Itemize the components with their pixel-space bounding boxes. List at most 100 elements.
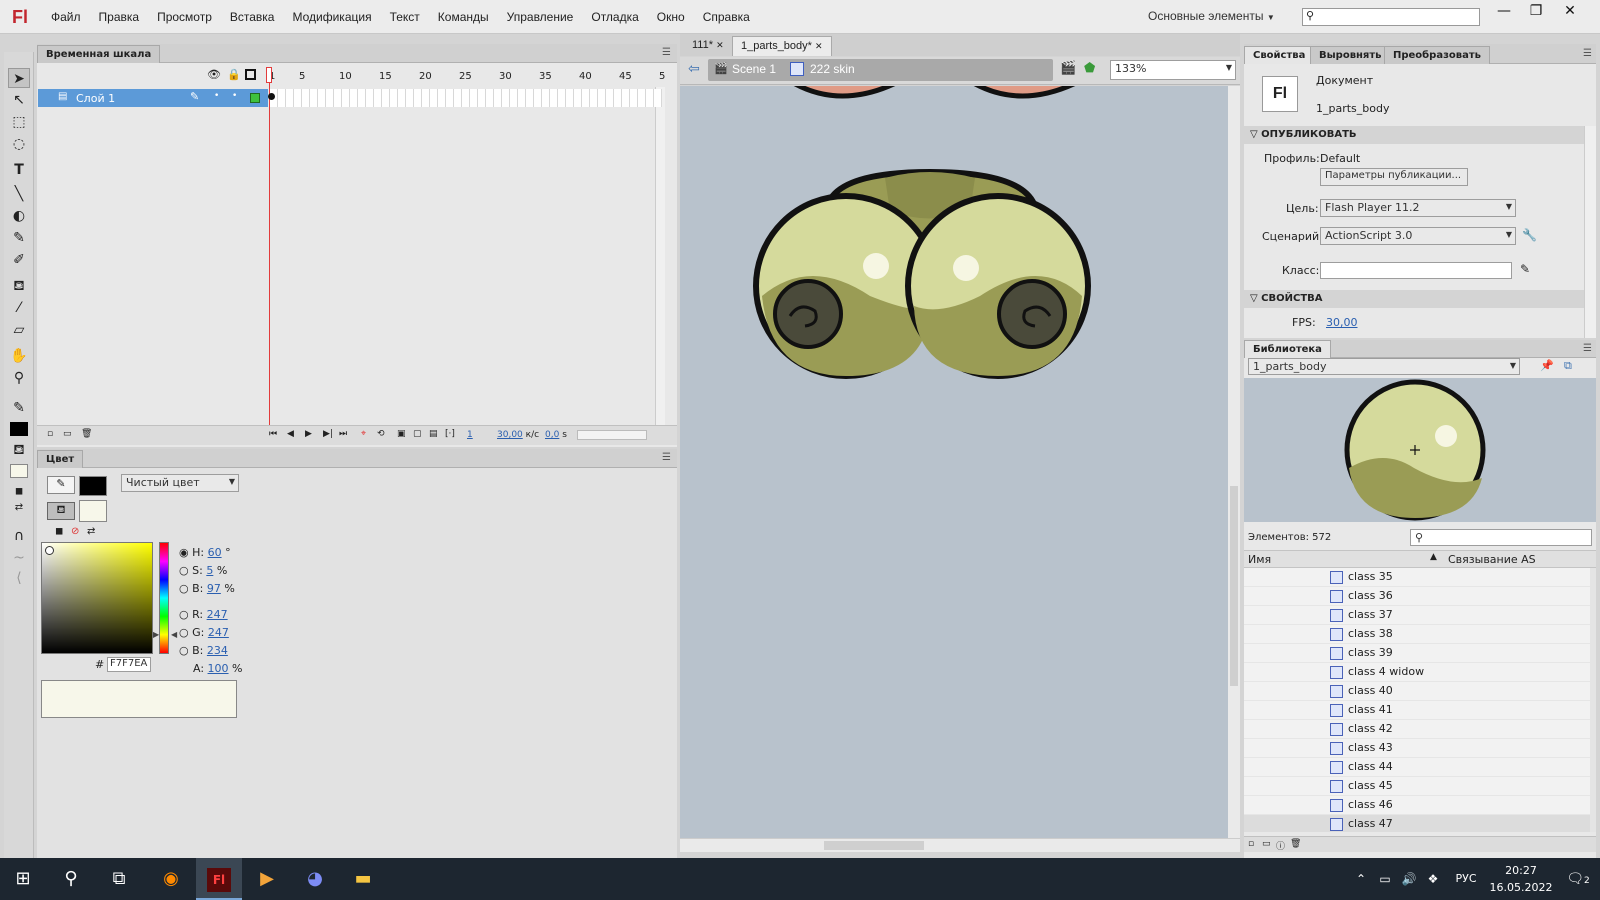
menu-view[interactable]: Просмотр xyxy=(148,10,221,24)
loop-icon[interactable]: ⟲ xyxy=(377,429,385,439)
timeline-scrollbar[interactable] xyxy=(655,87,665,427)
firefox-icon[interactable]: ◉ xyxy=(148,858,194,900)
menu-window[interactable]: Окно xyxy=(648,10,694,24)
hex-input[interactable]: F7F7EA xyxy=(107,657,151,672)
color-picker-field[interactable] xyxy=(41,542,153,654)
new-library-icon[interactable]: ⧉ xyxy=(1564,359,1572,373)
frame-grid[interactable] xyxy=(268,89,662,107)
next-frame-icon[interactable]: ▶| xyxy=(323,429,333,439)
value-s[interactable]: 5 xyxy=(206,564,213,577)
layer-name[interactable]: Слой 1 xyxy=(76,92,115,105)
lasso-tool-icon[interactable]: ◌ xyxy=(8,134,30,154)
list-item[interactable]: class 40 xyxy=(1244,682,1590,701)
edit-multiple-icon[interactable]: ▤ xyxy=(429,429,438,439)
black-white-icon[interactable]: ◼ xyxy=(55,526,63,537)
color-tab[interactable]: Цвет xyxy=(37,450,84,468)
radio-s[interactable]: ○ xyxy=(179,564,189,577)
radio-b[interactable]: ○ xyxy=(179,582,189,595)
workspace-switcher[interactable]: Основные элементы ▼ xyxy=(1148,9,1275,23)
panel-menu-icon[interactable]: ☰ xyxy=(1583,48,1592,59)
swap-colors-icon[interactable]: ⇄ xyxy=(87,526,95,537)
library-search-input[interactable]: ⚲ xyxy=(1410,529,1592,546)
library-scrollbar[interactable] xyxy=(1590,568,1596,832)
value-blue[interactable]: 234 xyxy=(207,644,228,657)
pin-library-icon[interactable]: 📌 xyxy=(1540,359,1554,372)
menu-commands[interactable]: Команды xyxy=(429,10,498,24)
hue-slider[interactable] xyxy=(159,542,169,654)
scroll-thumb[interactable] xyxy=(1230,486,1238,686)
new-layer-icon[interactable]: ▫ xyxy=(47,429,53,439)
fps-value[interactable]: 30,00 xyxy=(1326,316,1358,329)
subselection-tool-icon[interactable]: ↖ xyxy=(8,90,30,110)
list-item[interactable]: class 44 xyxy=(1244,758,1590,777)
list-item[interactable]: class 45 xyxy=(1244,777,1590,796)
stage-horizontal-scrollbar[interactable] xyxy=(680,838,1240,852)
timeline-hscrollbar[interactable] xyxy=(577,430,647,440)
close-icon[interactable]: ✕ xyxy=(815,41,823,51)
radio-g[interactable]: ○ xyxy=(179,626,189,639)
back-arrow-icon[interactable]: ⇦ xyxy=(688,61,700,77)
new-folder-icon[interactable]: ▭ xyxy=(1262,839,1271,849)
paint-bucket-tool-icon[interactable]: ⛾ xyxy=(8,276,30,296)
publish-section[interactable]: ▽ ОПУБЛИКОВАТЬ xyxy=(1244,126,1584,144)
stroke-pencil-icon[interactable]: ✎ xyxy=(47,476,75,494)
panel-menu-icon[interactable]: ☰ xyxy=(662,47,671,58)
swap-colors-icon[interactable]: ⇄ xyxy=(8,498,30,518)
stage-artwork[interactable] xyxy=(680,86,1228,838)
fill-swatch[interactable] xyxy=(79,500,107,522)
scroll-thumb[interactable] xyxy=(824,841,924,850)
timeline-tab[interactable]: Временная шкала xyxy=(37,45,161,63)
list-item[interactable]: class 38 xyxy=(1244,625,1590,644)
new-symbol-icon[interactable]: ▫ xyxy=(1248,839,1254,849)
clock[interactable]: 20:27 16.05.2022 xyxy=(1486,862,1556,896)
close-icon[interactable]: ✕ xyxy=(716,40,724,50)
trash-icon[interactable]: 🗑 xyxy=(81,429,92,439)
onion-outline-icon[interactable]: ▢ xyxy=(413,429,422,439)
value-h[interactable]: 60 xyxy=(208,546,222,559)
volume-icon[interactable]: 🔊 xyxy=(1398,858,1420,900)
list-item[interactable]: class 36 xyxy=(1244,587,1590,606)
file-explorer-icon[interactable]: ▬ xyxy=(340,858,386,900)
column-linkage[interactable]: Связывание AS xyxy=(1448,553,1536,566)
no-color-icon[interactable]: ⊘ xyxy=(71,526,79,537)
menu-text[interactable]: Текст xyxy=(381,10,429,24)
onion-skin-icon[interactable]: ▣ xyxy=(397,429,406,439)
fill-type-select[interactable]: Чистый цвет xyxy=(121,474,239,492)
visibility-dot[interactable]: • xyxy=(214,91,219,101)
zoom-select[interactable]: 133% xyxy=(1110,60,1236,80)
value-b[interactable]: 97 xyxy=(207,582,221,595)
menu-insert[interactable]: Вставка xyxy=(221,10,284,24)
stage[interactable] xyxy=(680,86,1228,838)
doc-tab-parts-body[interactable]: 1_parts_body* ✕ xyxy=(732,36,832,56)
language-indicator[interactable]: РУС xyxy=(1448,858,1484,900)
radio-blue[interactable]: ○ xyxy=(179,644,189,657)
playhead[interactable] xyxy=(266,67,272,83)
current-frame[interactable]: 1 xyxy=(467,430,473,440)
last-frame-icon[interactable]: ⏭ xyxy=(339,429,347,439)
frame-rate[interactable]: 30,00 xyxy=(497,430,523,440)
snap-magnet-icon[interactable]: ∩ xyxy=(8,526,30,546)
menu-file[interactable]: Файл xyxy=(42,10,90,24)
list-item[interactable]: class 37 xyxy=(1244,606,1590,625)
network-icon[interactable]: ▭ xyxy=(1374,858,1396,900)
layer-row[interactable]: ▤ Слой 1 ✎ • • xyxy=(38,89,268,107)
transform-tool-icon[interactable]: ⬚ xyxy=(8,112,30,132)
color-picker-handle[interactable] xyxy=(45,546,54,555)
doc-tab-111[interactable]: 111* ✕ xyxy=(684,36,732,56)
tab-properties[interactable]: Свойства xyxy=(1244,46,1315,64)
menu-debug[interactable]: Отладка xyxy=(582,10,647,24)
fill-bucket-icon[interactable]: ⛾ xyxy=(47,502,75,520)
panel-menu-icon[interactable]: ☰ xyxy=(1583,343,1592,354)
lock-icon[interactable]: 🔒 xyxy=(227,68,241,81)
edit-scene-icon[interactable]: 🎬 xyxy=(1060,61,1076,76)
media-player-icon[interactable]: ▶ xyxy=(244,858,290,900)
sort-icon[interactable]: ▲ xyxy=(1430,552,1437,562)
library-document-select[interactable]: 1_parts_body xyxy=(1248,358,1520,375)
lock-dot[interactable]: • xyxy=(232,91,237,101)
keyframe-dot[interactable] xyxy=(268,93,275,100)
list-item[interactable]: class 46 xyxy=(1244,796,1590,815)
start-icon[interactable]: ⊞ xyxy=(0,858,46,900)
fill-color-swatch[interactable] xyxy=(10,464,28,478)
value-g[interactable]: 247 xyxy=(208,626,229,639)
search-icon[interactable]: ⚲ xyxy=(48,858,94,900)
